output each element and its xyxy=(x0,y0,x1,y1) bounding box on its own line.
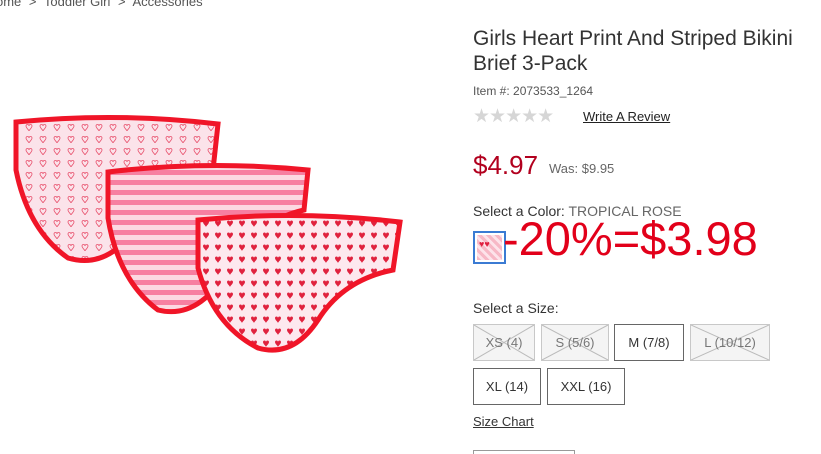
swatch-image xyxy=(477,235,502,260)
size-option-m-7-8[interactable]: M (7/8) xyxy=(614,324,684,361)
size-label: Select a Size: xyxy=(473,300,559,316)
breadcrumb-separator: > xyxy=(28,0,37,9)
product-title: Girls Heart Print And Striped Bikini Bri… xyxy=(473,27,793,75)
promo-annotation: -20%=$3.98 xyxy=(503,212,758,265)
breadcrumb-separator: > xyxy=(118,0,126,9)
size-option-xl-14[interactable]: XL (14) xyxy=(473,368,541,405)
size-option-l-10-12[interactable]: L (10/12) xyxy=(690,324,770,361)
breadcrumb-item-home[interactable]: ome xyxy=(0,0,21,9)
breadcrumb: ome > Toddler Girl > Accessories xyxy=(0,0,203,9)
size-option-label: S (5/6) xyxy=(555,335,595,350)
size-option-label: XS (4) xyxy=(485,335,523,350)
size-option-label: XL (14) xyxy=(485,379,529,394)
sale-price: $4.97 xyxy=(473,150,539,180)
rating-stars: ★★★★★ xyxy=(473,106,554,127)
size-option-xs-4[interactable]: XS (4) xyxy=(473,324,535,361)
breadcrumb-item-accessories[interactable]: Accessories xyxy=(133,0,203,9)
size-option-label: L (10/12) xyxy=(704,335,756,350)
item-number: Item #: 2073533_1264 xyxy=(473,84,594,98)
size-option-s-5-6[interactable]: S (5/6) xyxy=(541,324,609,361)
size-option-xxl-16[interactable]: XXL (16) xyxy=(547,368,625,405)
size-option-label: XXL (16) xyxy=(560,379,612,394)
breadcrumb-item-toddler-girl[interactable]: Toddler Girl xyxy=(44,0,110,9)
write-review-link[interactable]: Write A Review xyxy=(583,109,670,124)
quantity-box[interactable] xyxy=(473,450,575,454)
size-option-label: M (7/8) xyxy=(628,335,670,350)
product-image xyxy=(13,114,403,353)
was-price: Was: $9.95 xyxy=(549,161,615,176)
color-swatch-tropical-rose[interactable] xyxy=(473,231,506,264)
size-chart-link[interactable]: Size Chart xyxy=(473,414,534,429)
